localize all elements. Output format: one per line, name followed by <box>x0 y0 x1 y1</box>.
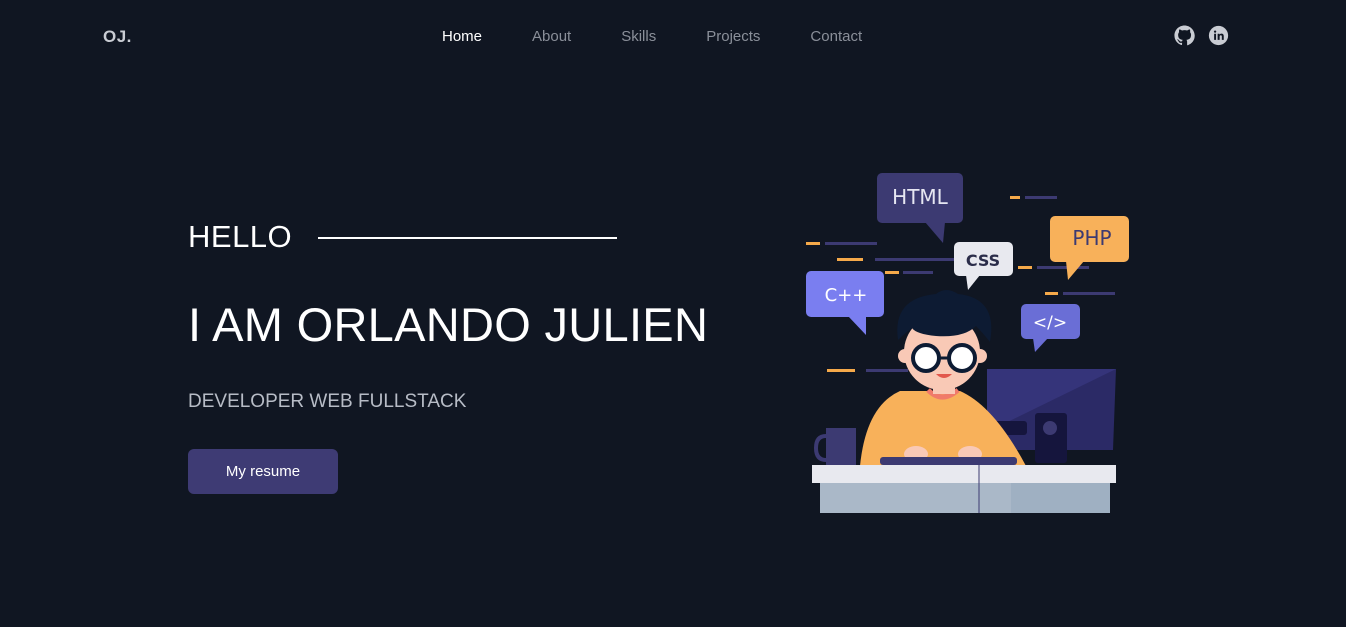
greeting-text: HELLO <box>188 219 293 254</box>
code-bubble-label: </> <box>1033 313 1067 333</box>
hero-section: HELLO I AM ORLANDO JULIEN DEVELOPER WEB … <box>188 215 748 494</box>
coffee-mug <box>813 428 856 466</box>
resume-button[interactable]: My resume <box>188 449 338 494</box>
desk <box>812 465 1116 513</box>
css-bubble-label: CSS <box>966 251 1000 270</box>
greeting-row: HELLO <box>188 215 748 259</box>
nav-link-contact[interactable]: Contact <box>810 28 862 46</box>
keyboard <box>880 457 1017 465</box>
code-bubble: </> <box>1021 304 1080 352</box>
html-bubble: HTML <box>877 173 963 243</box>
nav-link-about[interactable]: About <box>532 28 571 46</box>
cpp-bubble: C++ <box>806 271 884 335</box>
html-bubble-label: HTML <box>892 185 949 209</box>
css-bubble: CSS <box>954 242 1013 290</box>
greeting-divider <box>318 237 618 239</box>
nav-link-skills[interactable]: Skills <box>621 28 656 46</box>
top-navbar: OJ. Home About Skills Projects Contact <box>0 0 1346 72</box>
linkedin-icon[interactable] <box>1208 25 1229 46</box>
php-bubble: PHP <box>1050 216 1129 280</box>
developer-illustration: HTML CSS PHP C++ </> <box>806 173 1129 513</box>
site-logo[interactable]: OJ. <box>103 27 132 47</box>
hero-title: I AM ORLANDO JULIEN <box>188 298 709 351</box>
github-icon[interactable] <box>1174 25 1195 46</box>
main-menu: Home About Skills Projects Contact <box>442 28 912 46</box>
social-links <box>1174 25 1229 46</box>
php-bubble-label: PHP <box>1072 226 1111 250</box>
cpp-bubble-label: C++ <box>825 285 868 306</box>
nav-link-projects[interactable]: Projects <box>706 28 760 46</box>
nav-link-home[interactable]: Home <box>442 28 482 46</box>
hero-subtitle: DEVELOPER WEB FULLSTACK <box>188 391 467 412</box>
